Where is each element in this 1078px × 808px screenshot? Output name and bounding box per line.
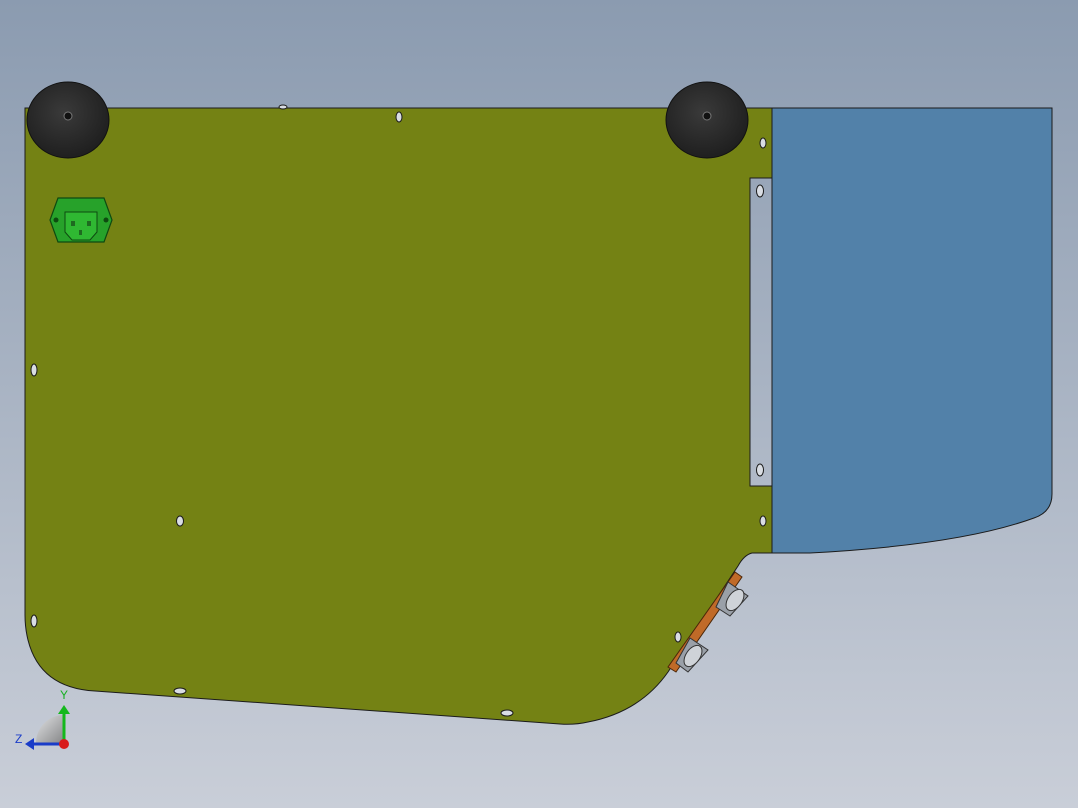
screw-hole — [674, 631, 682, 643]
screw-hole — [30, 363, 38, 377]
screw-hole — [176, 515, 184, 527]
screw-hole — [395, 111, 403, 123]
rubber-foot-right[interactable] — [665, 81, 749, 159]
screw-hole — [759, 515, 767, 527]
screw-hole — [278, 104, 288, 110]
mount-hole — [103, 217, 109, 223]
power-inlet-connector[interactable] — [49, 197, 113, 243]
rubber-foot-left[interactable] — [26, 81, 110, 159]
foot-screw-hole — [63, 111, 73, 121]
cad-viewport[interactable]: Y Z — [0, 0, 1078, 808]
z-axis-label: Z — [15, 732, 22, 746]
socket-pin — [87, 221, 91, 226]
screw-hole — [173, 687, 187, 695]
screw-hole — [756, 184, 764, 198]
x-axis-point — [59, 739, 69, 749]
main-panel[interactable] — [24, 107, 773, 725]
screw-hole — [756, 463, 764, 477]
y-axis-label: Y — [60, 688, 68, 702]
screw-hole — [30, 614, 38, 628]
screw-hole — [500, 709, 514, 717]
screw-hole — [759, 137, 767, 149]
socket-pin — [79, 230, 82, 235]
foot-screw-hole — [702, 111, 712, 121]
side-panel[interactable] — [771, 107, 1053, 554]
socket-pin — [71, 221, 75, 226]
mount-hole — [53, 217, 59, 223]
iec-socket — [64, 211, 98, 241]
